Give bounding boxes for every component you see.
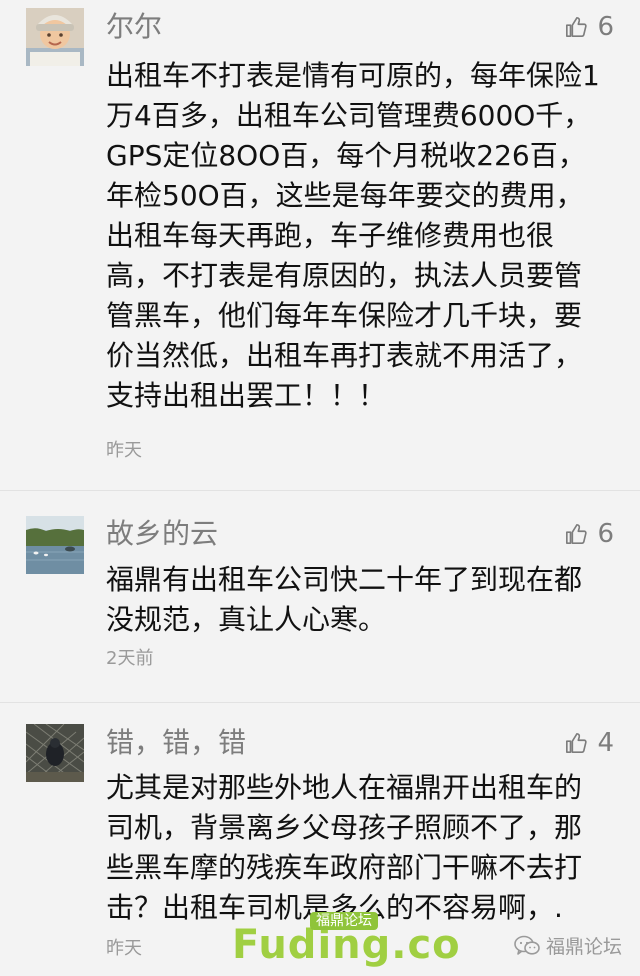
comment-line: 支持出租出罢工！！！ — [106, 379, 387, 412]
thumbs-up-icon — [566, 17, 588, 37]
comment-line: GPS定位8OO百，每个月税收226百， — [106, 139, 586, 172]
avatar[interactable] — [26, 724, 84, 782]
like-count: 6 — [597, 12, 614, 42]
avatar-fence-image — [26, 724, 84, 782]
comment-line: 价当然低，出租车再打表就不用活了， — [106, 339, 583, 372]
comment-time: 昨天 — [106, 440, 142, 461]
like-count: 4 — [597, 728, 614, 758]
comment-content: 福鼎有出租车公司快二十年了到现在都 没规范，真让人心寒。 — [106, 560, 606, 640]
avatar[interactable] — [26, 8, 84, 66]
comment-line: 出租车每天再跑，车子维修费用也很 — [106, 219, 555, 252]
wechat-account-label: 福鼎论坛 — [545, 936, 622, 958]
avatar[interactable] — [26, 516, 84, 574]
wechat-icon — [514, 935, 540, 955]
comment-content: 尤其是对那些外地人在福鼎开出租车的 司机，背景离乡父母孩子照顾不了，那 些黑车摩… — [106, 768, 606, 928]
comment-nickname: 故乡的云 — [106, 517, 219, 550]
comment-item: 尔尔 6 出租车不打表是情有可原的，每年保险1 万4百多，出租车公司管理费600… — [0, 0, 640, 480]
like-button[interactable]: 6 — [565, 10, 614, 44]
comment-nickname: 错，错，错 — [106, 726, 247, 759]
comment-line: 司机，背景离乡父母孩子照顾不了，那 — [106, 811, 583, 844]
comment-divider — [0, 702, 640, 703]
comment-line: 些黑车摩的残疾车政府部门干嘛不去打 — [106, 851, 583, 884]
comment-line: 福鼎有出租车公司快二十年了到现在都 — [106, 563, 583, 596]
comment-line: 出租车不打表是情有可原的，每年保险1 — [106, 59, 600, 92]
comment-list: 尔尔 6 出租车不打表是情有可原的，每年保险1 万4百多，出租车公司管理费600… — [0, 0, 640, 976]
comment-time: 2天前 — [106, 648, 154, 669]
avatar-child-image — [26, 8, 84, 66]
comment-item: 故乡的云 6 福鼎有出租车公司快二十年了到现在都 没规范，真让人心寒。 2天前 — [0, 500, 640, 700]
comment-nickname: 尔尔 — [106, 10, 163, 43]
comment-line: 万4百多，出租车公司管理费600O千， — [106, 99, 592, 132]
comment-line: 高，不打表是有原因的，执法人员要管 — [106, 259, 583, 292]
comment-line: 年检50O百，这些是每年要交的费用， — [106, 179, 584, 212]
like-button[interactable]: 6 — [565, 517, 614, 551]
wechat-account-mark: 福鼎论坛 — [514, 932, 622, 959]
comment-line: 没规范，真让人心寒。 — [106, 603, 387, 636]
like-button[interactable]: 4 — [565, 726, 614, 760]
comment-line: 尤其是对那些外地人在福鼎开出租车的 — [106, 771, 583, 804]
thumbs-up-icon — [566, 733, 588, 753]
like-count: 6 — [597, 519, 614, 549]
comment-divider — [0, 490, 640, 491]
avatar-lake-image — [26, 516, 84, 574]
thumbs-up-icon — [566, 524, 588, 544]
comment-line: 管黑车，他们每年车保险才几千块，要 — [106, 299, 583, 332]
comment-content: 出租车不打表是情有可原的，每年保险1 万4百多，出租车公司管理费600O千， G… — [106, 56, 606, 416]
comment-time: 昨天 — [106, 938, 142, 959]
watermark-tag: 福鼎论坛 — [310, 912, 378, 930]
